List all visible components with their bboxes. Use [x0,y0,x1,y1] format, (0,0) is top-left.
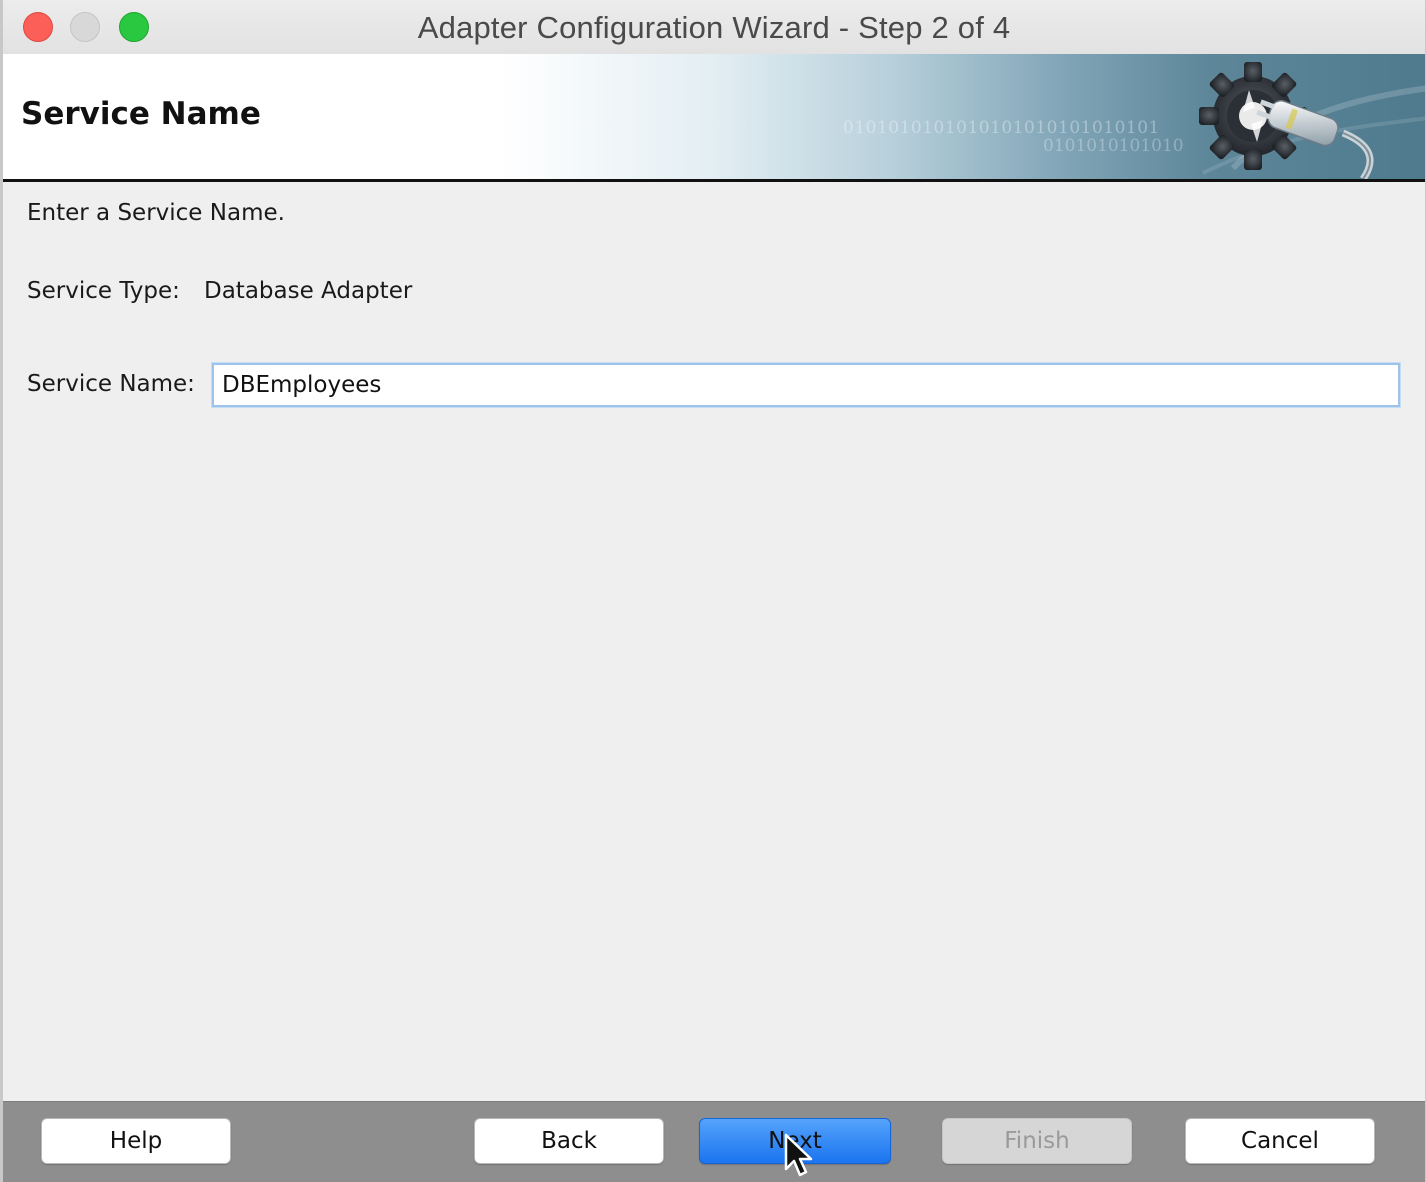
window-title: Adapter Configuration Wizard - Step 2 of… [417,10,1011,45]
wizard-content: Enter a Service Name. Service Type: Data… [3,182,1425,1104]
cancel-button[interactable]: Cancel [1185,1118,1375,1164]
service-name-input[interactable] [212,363,1400,407]
finish-button: Finish [942,1118,1132,1164]
banner-binary-text: 0101010101010101010101010101 [843,118,1160,138]
banner-binary-text-2: 0101010101010 [1043,136,1184,156]
button-bar: Help Back Next Finish Cancel [3,1101,1425,1182]
page-title: Service Name [21,96,261,132]
back-button[interactable]: Back [474,1118,664,1164]
title-bar[interactable]: Adapter Configuration Wizard - Step 2 of… [3,0,1425,55]
service-type-label: Service Type: [27,278,180,304]
gear-plug-icon [1199,62,1425,179]
wizard-header-banner: Service Name 010101010101010101010101010… [3,54,1425,182]
service-name-label: Service Name: [27,371,195,397]
wizard-window: Adapter Configuration Wizard - Step 2 of… [0,0,1426,1182]
instruction-text: Enter a Service Name. [27,200,285,226]
mouse-pointer-icon [784,1133,813,1177]
help-button[interactable]: Help [41,1118,231,1164]
service-type-value: Database Adapter [204,278,413,304]
